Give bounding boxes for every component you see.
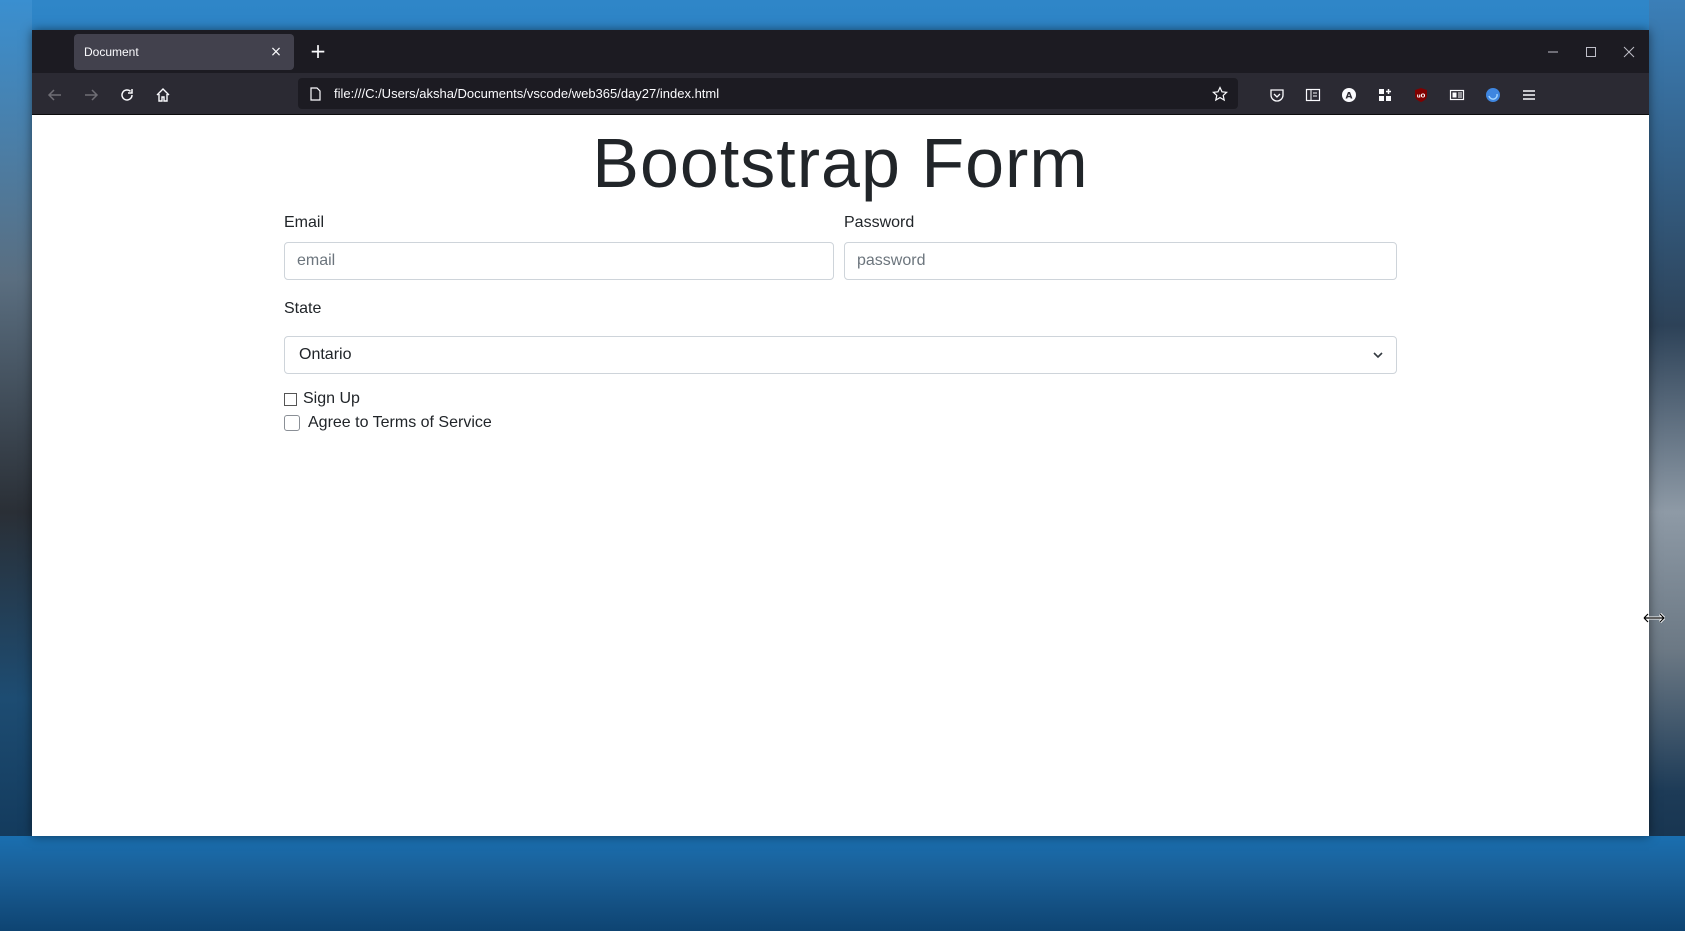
tab-close-button[interactable]: ×: [268, 44, 284, 60]
state-select-value: Ontario: [299, 346, 352, 363]
email-field[interactable]: [284, 242, 834, 280]
terms-row: Agree to Terms of Service: [284, 414, 492, 432]
state-label: State: [284, 300, 322, 317]
svg-text:A: A: [1346, 92, 1353, 102]
signup-checkbox[interactable]: [284, 392, 297, 406]
terms-label[interactable]: Agree to Terms of Service: [308, 414, 492, 432]
state-select[interactable]: Ontario: [284, 336, 1397, 374]
home-button[interactable]: [150, 82, 176, 108]
back-button[interactable]: [42, 82, 68, 108]
firefox-relay-icon: [1486, 88, 1500, 102]
new-tab-button[interactable]: +: [306, 40, 330, 64]
maximize-button[interactable]: [1572, 30, 1610, 73]
app-menu-button[interactable]: [1516, 82, 1542, 108]
reader-icon: [1449, 89, 1465, 101]
forward-arrow-icon: [85, 89, 99, 101]
relay-button[interactable]: [1480, 82, 1506, 108]
password-field[interactable]: [844, 242, 1397, 280]
minimize-icon: [1548, 51, 1558, 52]
desktop-wallpaper-right: [1649, 0, 1685, 931]
extensions-button[interactable]: [1372, 82, 1398, 108]
page-title: Bootstrap Form: [592, 124, 1089, 202]
signup-row: Sign Up: [284, 390, 360, 408]
close-icon: [1623, 46, 1635, 57]
terms-checkbox[interactable]: [284, 415, 300, 431]
bookmark-star-icon[interactable]: [1212, 85, 1228, 102]
account-icon: A: [1342, 88, 1356, 102]
extensions-icon: [1379, 89, 1391, 101]
sidebar-button[interactable]: [1300, 82, 1326, 108]
resize-cursor-icon: [1643, 612, 1665, 624]
maximize-icon: [1586, 46, 1596, 57]
reader-view-icon: [1305, 88, 1321, 102]
pocket-button[interactable]: [1264, 82, 1290, 108]
pocket-icon: [1270, 89, 1284, 102]
tab-bar: Document × +: [32, 30, 1649, 73]
close-window-button[interactable]: [1610, 30, 1648, 73]
reader-extension-button[interactable]: [1444, 82, 1470, 108]
chevron-down-icon: [1373, 352, 1383, 359]
home-icon: [156, 88, 170, 102]
page-icon: [310, 86, 321, 101]
desktop-wallpaper-left: [0, 0, 32, 931]
menu-icon: [1523, 90, 1535, 100]
url-text: file:///C:/Users/aksha/Documents/vscode/…: [334, 86, 720, 101]
svg-text:uO: uO: [1417, 94, 1426, 100]
navigation-toolbar: file:///C:/Users/aksha/Documents/vscode/…: [32, 73, 1649, 115]
minimize-button[interactable]: [1534, 30, 1572, 73]
desktop-wallpaper-bottom: [0, 836, 1685, 931]
tab-title: Document: [84, 45, 139, 59]
page-content: Bootstrap Form Email Password State Onta…: [32, 115, 1649, 836]
tab-document[interactable]: Document ×: [74, 34, 294, 70]
password-label: Password: [844, 214, 915, 231]
ublock-button[interactable]: uO: [1408, 82, 1434, 108]
browser-window: Document × + file:///C:/Users/aksha/Docu…: [32, 30, 1649, 836]
reload-icon: [121, 89, 133, 101]
back-arrow-icon: [47, 89, 61, 101]
forward-button[interactable]: [78, 82, 104, 108]
url-bar[interactable]: file:///C:/Users/aksha/Documents/vscode/…: [298, 78, 1238, 109]
ublock-icon: uO: [1415, 88, 1427, 102]
account-button[interactable]: A: [1336, 82, 1362, 108]
reload-button[interactable]: [114, 82, 140, 108]
signup-label[interactable]: Sign Up: [303, 390, 360, 408]
email-label: Email: [284, 214, 325, 231]
